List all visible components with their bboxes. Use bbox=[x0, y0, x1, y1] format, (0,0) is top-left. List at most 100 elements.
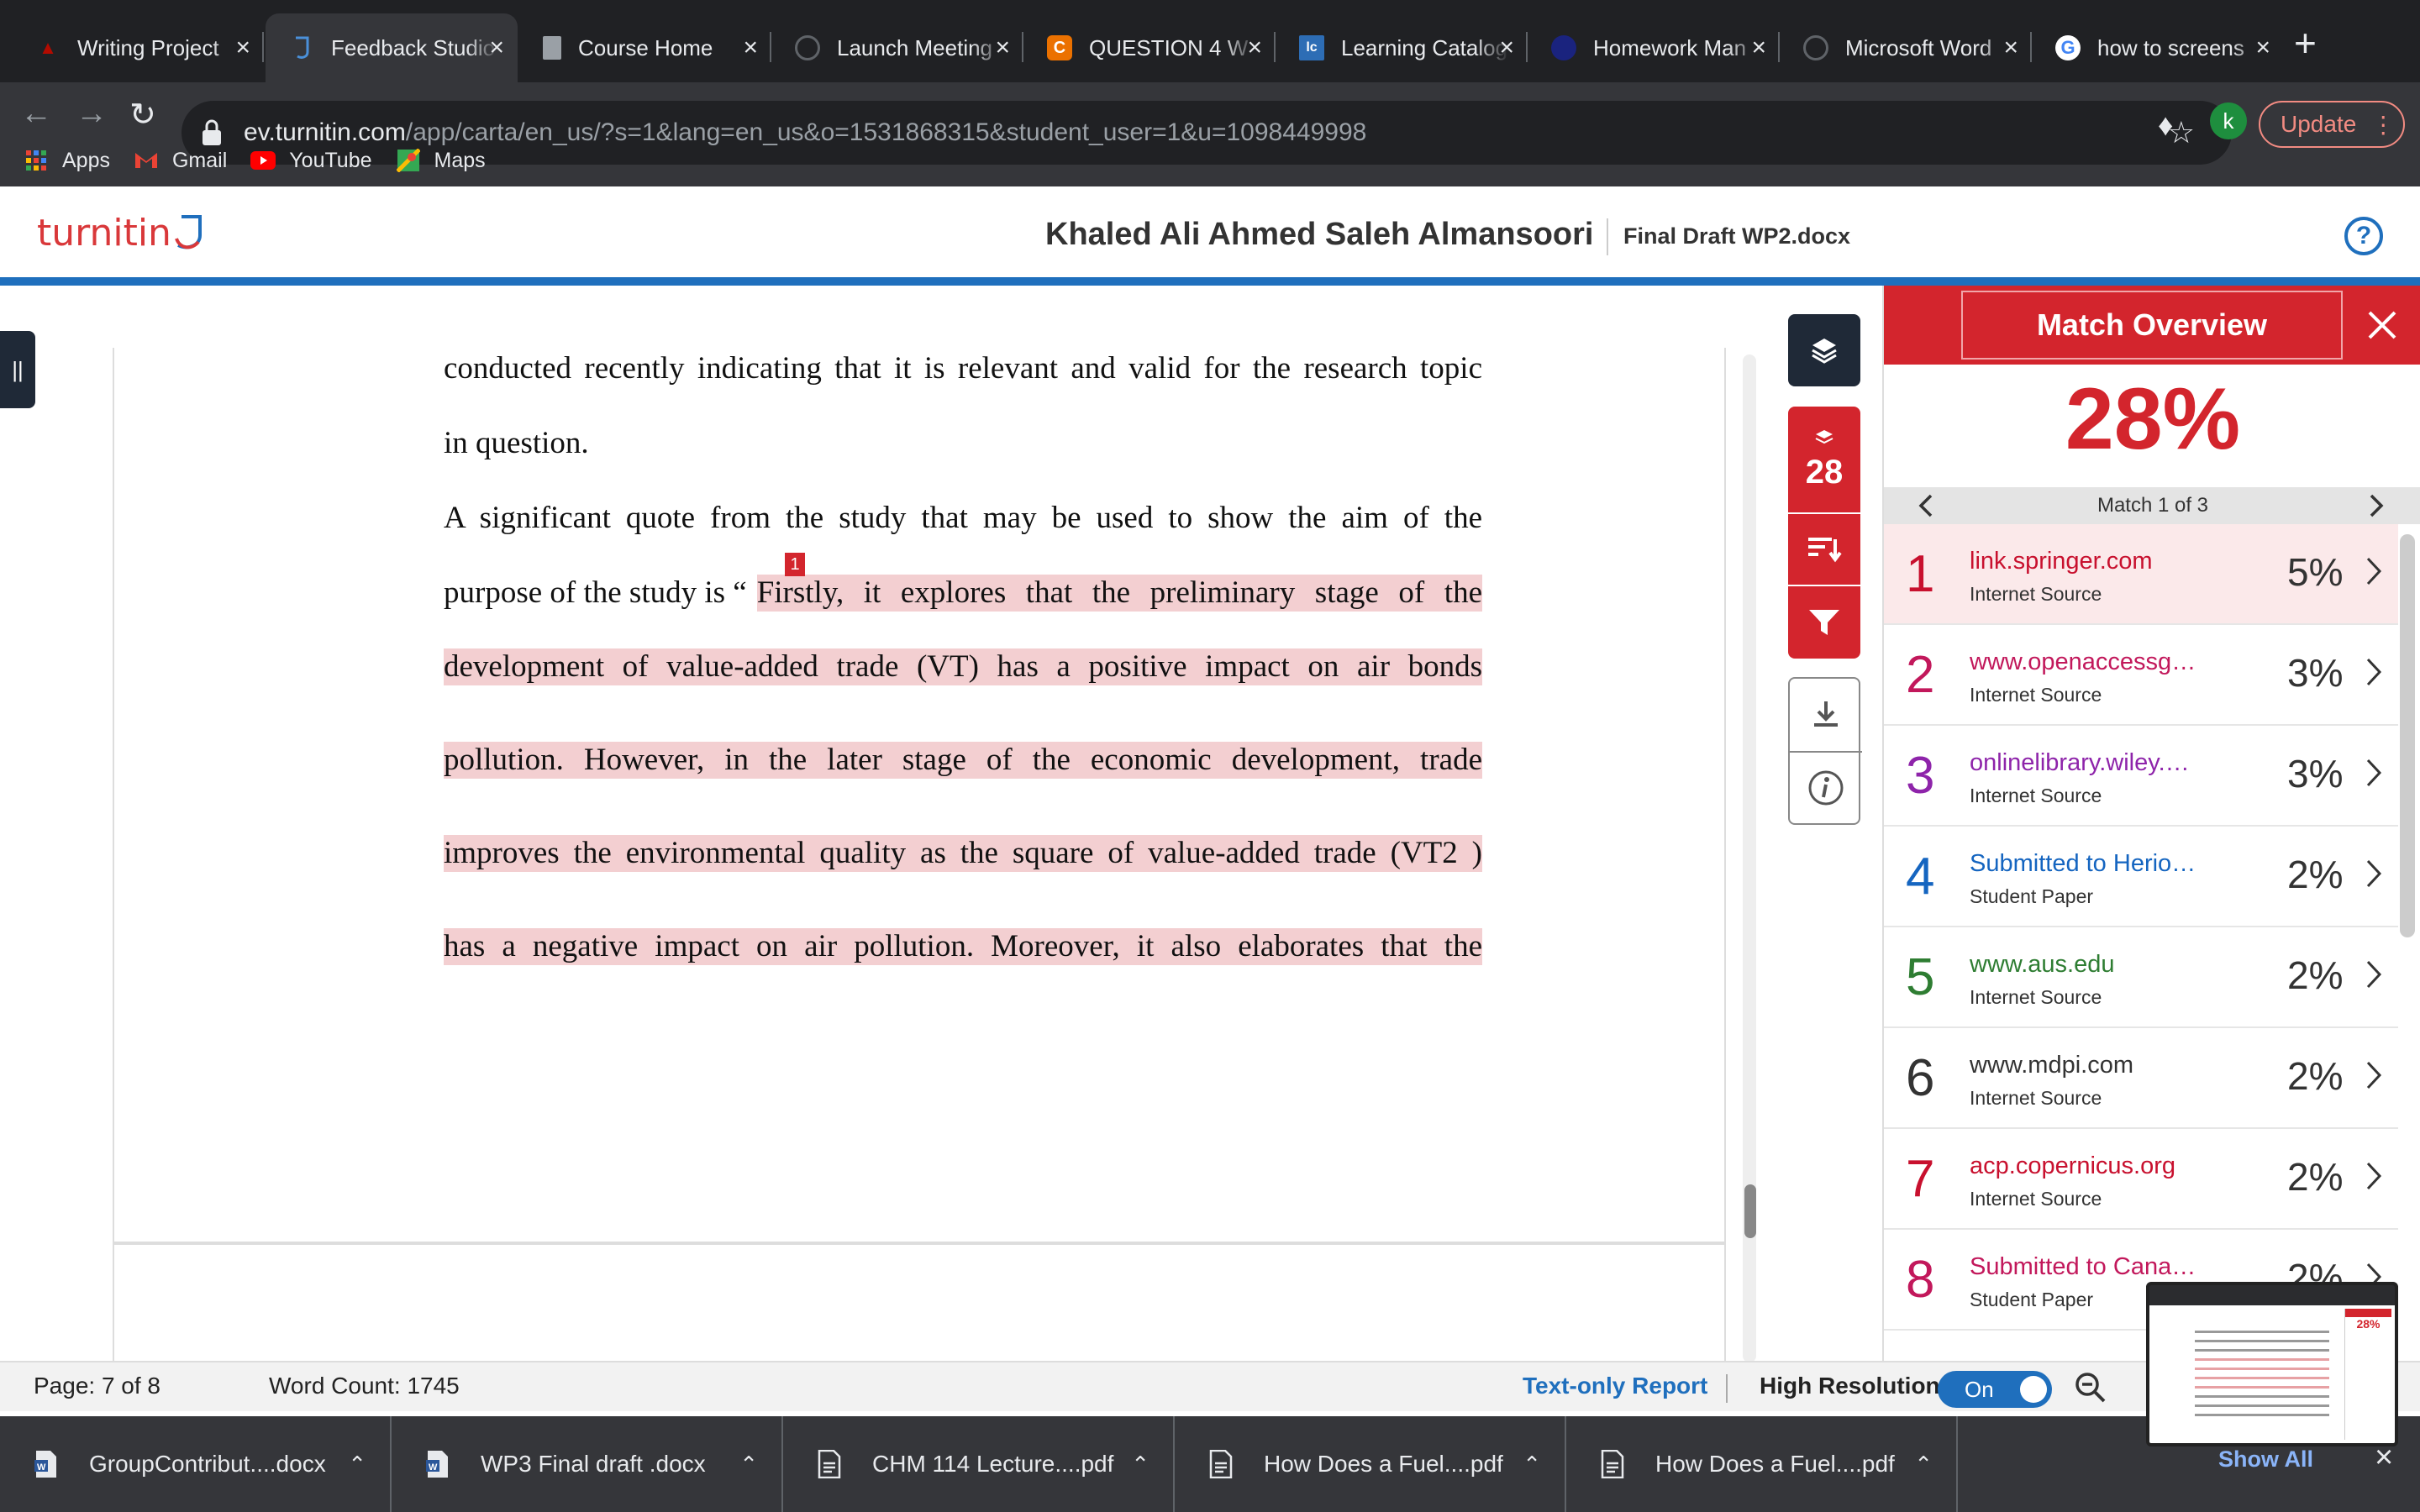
match-source-name[interactable]: www.mdpi.com bbox=[1970, 1052, 2196, 1079]
tab-question-4[interactable]: C QUESTION 4 W × bbox=[1023, 13, 1276, 82]
new-tab-plus-icon[interactable]: + bbox=[2294, 20, 2317, 66]
tab-writing-project[interactable]: ▲ Writing Project × bbox=[12, 13, 264, 82]
high-resolution-label: High Resolution bbox=[1760, 1373, 1940, 1399]
high-resolution-toggle[interactable]: On bbox=[1938, 1371, 2052, 1408]
turnitin-logo-mark bbox=[175, 215, 202, 249]
page-break-line bbox=[113, 1242, 1726, 1245]
text-only-report-link[interactable]: Text-only Report bbox=[1523, 1373, 1707, 1399]
toggle-knob bbox=[2020, 1376, 2047, 1403]
match-list-scrollbar[interactable] bbox=[2400, 534, 2415, 937]
match-source-item[interactable]: 3 onlinelibrary.wiley.com Internet Source 3… bbox=[1884, 726, 2398, 827]
match-source-item[interactable]: 4 Submitted to Heriot-Wa... Student Paper 2… bbox=[1884, 827, 2398, 927]
bookmark-apps[interactable]: Apps bbox=[24, 148, 110, 173]
screenshot-preview-thumbnail[interactable]: 28% bbox=[2146, 1282, 2398, 1446]
close-icon[interactable]: × bbox=[743, 34, 758, 62]
layers-button[interactable] bbox=[1788, 314, 1860, 386]
chevron-up-icon[interactable]: ⌃ bbox=[1914, 1452, 1933, 1478]
chevron-right-icon[interactable] bbox=[2365, 959, 2383, 994]
close-icon[interactable]: × bbox=[489, 34, 504, 62]
chevron-right-icon[interactable] bbox=[2365, 1060, 2383, 1095]
tab-learning-catalog[interactable]: lc Learning Catalog × bbox=[1276, 13, 1528, 82]
document-scroll-thumb[interactable] bbox=[1744, 1184, 1756, 1238]
turnitin-logo[interactable]: turnitin bbox=[37, 212, 202, 255]
close-icon[interactable] bbox=[2343, 286, 2420, 365]
sidebar-toggle-handle[interactable]: || bbox=[0, 331, 35, 408]
download-item[interactable]: W WP3 Final draft .docx ⌃ bbox=[392, 1416, 783, 1512]
word-count: Word Count: 1745 bbox=[269, 1373, 460, 1399]
chevron-up-icon[interactable]: ⌃ bbox=[1131, 1452, 1150, 1478]
download-item[interactable]: CHM 114 Lecture....pdf ⌃ bbox=[783, 1416, 1175, 1512]
tab-title: how to screens bbox=[2097, 34, 2244, 60]
info-icon bbox=[1808, 770, 1844, 806]
info-button[interactable] bbox=[1790, 751, 1862, 823]
download-item[interactable]: How Does a Fuel....pdf ⌃ bbox=[1175, 1416, 1566, 1512]
filter-button[interactable] bbox=[1788, 586, 1860, 659]
match-number: 5 bbox=[1906, 948, 1935, 1006]
match-number-marker[interactable]: 1 bbox=[785, 553, 805, 576]
chevron-right-icon[interactable] bbox=[2365, 858, 2383, 893]
chevron-up-icon[interactable]: ⌃ bbox=[348, 1452, 366, 1478]
highlighted-match[interactable]: pollution. However, in the later stage o… bbox=[444, 742, 1482, 779]
globe-icon bbox=[795, 35, 820, 60]
close-icon[interactable]: × bbox=[1247, 34, 1262, 62]
tab-launch-meeting[interactable]: Launch Meeting × bbox=[771, 13, 1023, 82]
close-icon[interactable]: × bbox=[1751, 34, 1766, 62]
close-icon[interactable]: × bbox=[2003, 34, 2018, 62]
match-source-type: Student Paper bbox=[1970, 1289, 2094, 1310]
blue-circle-icon bbox=[1551, 35, 1576, 60]
close-icon[interactable]: × bbox=[995, 34, 1010, 62]
bookmark-gmail[interactable]: Gmail bbox=[134, 148, 227, 173]
chevron-left-icon[interactable] bbox=[1916, 494, 1934, 522]
help-icon[interactable]: ? bbox=[2344, 217, 2383, 255]
chevron-right-icon[interactable] bbox=[2365, 657, 2383, 691]
match-source-item[interactable]: 1 link.springer.com Internet Source 5% bbox=[1884, 524, 2398, 625]
show-all-downloads-button[interactable]: Show All bbox=[2218, 1446, 2313, 1473]
match-source-item[interactable]: 7 acp.copernicus.org Internet Source 2% bbox=[1884, 1129, 2398, 1230]
chevron-right-icon[interactable] bbox=[2365, 556, 2383, 591]
match-percent: 2% bbox=[2287, 1054, 2344, 1098]
highlighted-match[interactable]: improves the environmental quality as th… bbox=[444, 835, 1482, 872]
download-button[interactable] bbox=[1790, 679, 1862, 751]
match-source-name[interactable]: Submitted to Heriot-Wa... bbox=[1970, 850, 2196, 878]
tab-homework-manager[interactable]: Homework Man × bbox=[1528, 13, 1780, 82]
text-line: in question. bbox=[444, 426, 589, 460]
close-icon[interactable]: × bbox=[235, 34, 250, 62]
highlighted-match[interactable]: development of value-added trade (VT) ha… bbox=[444, 648, 1482, 685]
tab-microsoft-word[interactable]: Microsoft Word × bbox=[1780, 13, 2032, 82]
back-arrow-icon[interactable]: ← bbox=[20, 96, 52, 132]
match-percent: 3% bbox=[2287, 752, 2344, 795]
chevron-right-icon[interactable] bbox=[2368, 494, 2386, 522]
chevron-right-icon[interactable] bbox=[2365, 758, 2383, 792]
highlighted-match[interactable]: has a negative impact on air pollution. … bbox=[444, 928, 1482, 965]
match-source-name[interactable]: www.aus.edu bbox=[1970, 951, 2196, 979]
download-item[interactable]: How Does a Fuel....pdf ⌃ bbox=[1566, 1416, 1958, 1512]
tab-how-to-screenshot[interactable]: G how to screens × bbox=[2032, 13, 2284, 82]
tab-course-home[interactable]: Course Home × bbox=[519, 13, 771, 82]
match-source-item[interactable]: 2 www.openaccessgover... Internet Source 3% bbox=[1884, 625, 2398, 726]
close-icon[interactable]: × bbox=[2255, 34, 2270, 62]
chevron-up-icon[interactable]: ⌃ bbox=[739, 1452, 758, 1478]
bookmark-youtube[interactable]: YouTube bbox=[250, 148, 372, 173]
similarity-score-button[interactable]: 28 bbox=[1788, 407, 1860, 514]
chevron-right-icon[interactable] bbox=[2365, 1161, 2383, 1195]
chevron-up-icon[interactable]: ⌃ bbox=[1523, 1452, 1541, 1478]
match-source-name[interactable]: Submitted to Canadian ... bbox=[1970, 1253, 2196, 1281]
highlighted-match[interactable]: Firstly, it explores that the preliminar… bbox=[756, 574, 1482, 612]
match-number: 7 bbox=[1906, 1150, 1935, 1208]
tab-feedback-studio[interactable]: Feedback Studio × bbox=[266, 13, 518, 82]
match-source-name[interactable]: onlinelibrary.wiley.com bbox=[1970, 749, 2196, 777]
toggle-state: On bbox=[1965, 1376, 1994, 1402]
sort-matches-button[interactable] bbox=[1788, 514, 1860, 586]
reload-icon[interactable]: ↻ bbox=[129, 96, 156, 134]
match-source-name[interactable]: www.openaccessgover... bbox=[1970, 648, 2196, 676]
match-source-name[interactable]: acp.copernicus.org bbox=[1970, 1152, 2196, 1180]
close-icon[interactable]: × bbox=[1499, 34, 1514, 62]
forward-arrow-icon[interactable]: → bbox=[76, 96, 108, 132]
bookmark-maps[interactable]: Maps bbox=[396, 148, 486, 173]
match-source-item[interactable]: 5 www.aus.edu Internet Source 2% bbox=[1884, 927, 2398, 1028]
match-source-item[interactable]: 6 www.mdpi.com Internet Source 2% bbox=[1884, 1028, 2398, 1129]
match-source-name[interactable]: link.springer.com bbox=[1970, 548, 2196, 575]
document-viewer: || conducted recently indicating that it… bbox=[0, 294, 1882, 1381]
download-item[interactable]: W GroupContribut....docx ⌃ bbox=[0, 1416, 392, 1512]
zoom-out-icon[interactable] bbox=[2072, 1369, 2109, 1412]
